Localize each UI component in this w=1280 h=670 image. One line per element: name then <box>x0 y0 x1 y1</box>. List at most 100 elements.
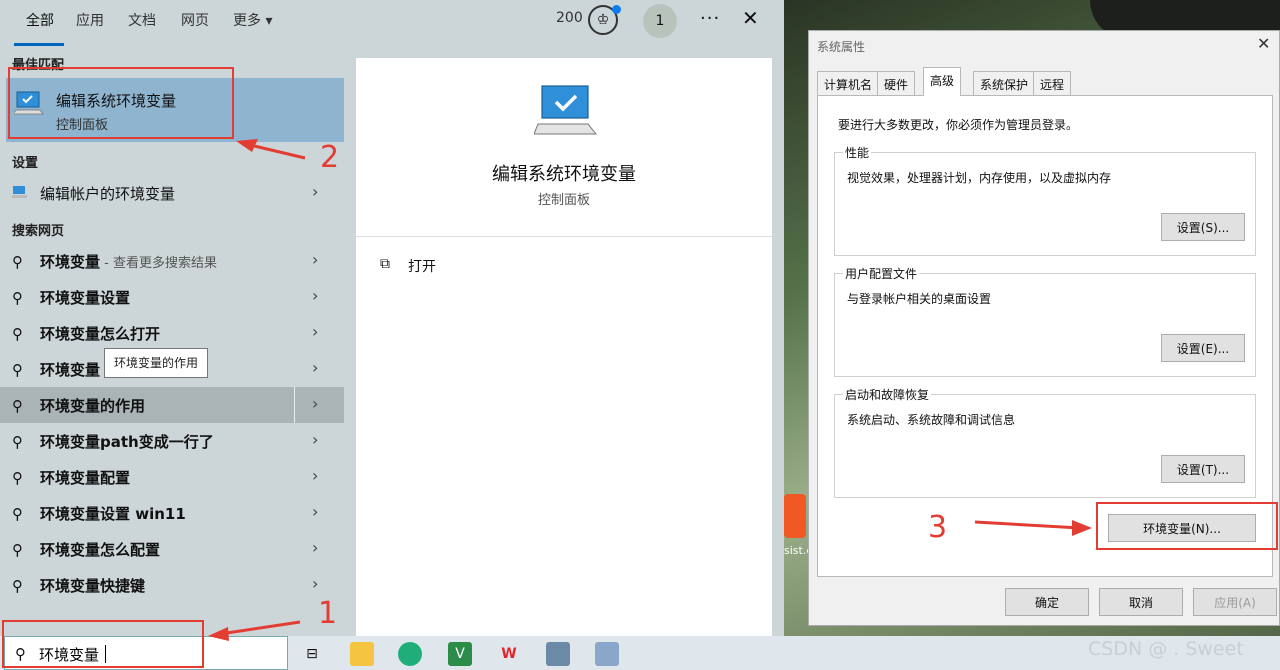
monitor-app-icon[interactable] <box>546 642 570 666</box>
annotation-box-env-button <box>1096 502 1278 550</box>
tooltip: 环境变量的作用 <box>104 348 208 378</box>
divider <box>356 236 772 237</box>
web-result-item[interactable]: ⚲ 环境变量怎么配置 › <box>0 531 344 567</box>
web-result-label: 环境变量快捷键 <box>40 577 146 595</box>
web-result-extra: - 查看更多搜索结果 <box>100 256 217 271</box>
web-result-label: 环境变量的作用 <box>40 397 146 415</box>
web-result-item[interactable]: ⚲ 环境变量配置 › <box>0 459 344 495</box>
web-result-item[interactable]: ⚲ 环境变量怎么打开 › <box>0 315 344 351</box>
group-description: 系统启动、系统故障和调试信息 <box>847 413 1016 427</box>
preview-title: 编辑系统环境变量 <box>492 164 636 185</box>
task-view-icon[interactable]: ⊟ <box>300 642 324 666</box>
search-icon: ⚲ <box>12 433 23 451</box>
search-icon: ⚲ <box>12 253 23 271</box>
web-result-label: 环境变量配置 <box>40 469 131 487</box>
close-icon[interactable]: ✕ <box>742 6 759 30</box>
web-result-item[interactable]: ⚲ 环境变量path变成一行了 › <box>0 423 344 459</box>
chevron-right-icon[interactable]: › <box>312 394 318 413</box>
search-tabs: 全部 应用 文档 网页 更多 ▾ 200 ♔ 1 ··· ✕ <box>0 0 784 46</box>
search-icon: ⚲ <box>12 397 23 415</box>
edge-browser-icon[interactable] <box>398 642 422 666</box>
user-profiles-settings-button[interactable]: 设置(E)... <box>1161 334 1245 362</box>
performance-group: 性能 视觉效果，处理器计划，内存使用，以及虚拟内存 设置(S)... <box>834 144 1256 256</box>
group-description: 与登录帐户相关的桌面设置 <box>847 292 992 306</box>
system-properties-taskbar-icon[interactable] <box>595 642 619 666</box>
group-label: 启动和故障恢复 <box>843 386 932 403</box>
group-description: 视觉效果，处理器计划，内存使用，以及虚拟内存 <box>847 171 1112 185</box>
chevron-right-icon[interactable]: › <box>312 574 318 593</box>
web-result-item-hovered[interactable]: ⚲ 环境变量的作用 › <box>0 387 344 423</box>
web-result-item[interactable]: ⚲ 环境变量快捷键 › <box>0 567 344 603</box>
web-result-label: 环境变量怎么打开 <box>40 325 161 343</box>
avatar[interactable]: 1 <box>643 4 677 38</box>
search-icon: ⚲ <box>12 289 23 307</box>
settings-item-label: 编辑帐户的环境变量 <box>40 185 176 203</box>
chevron-right-icon[interactable]: › <box>312 538 318 557</box>
tab-remote[interactable]: 远程 <box>1033 71 1072 95</box>
ok-button[interactable]: 确定 <box>1005 588 1089 616</box>
tab-computer-name[interactable]: 计算机名 <box>817 71 880 95</box>
web-result-label: 环境变量怎么配置 <box>40 541 161 559</box>
tab-advanced[interactable]: 高级 <box>923 67 962 96</box>
tab-all[interactable]: 全部 <box>26 10 54 30</box>
notification-dot <box>612 5 621 14</box>
tab-more[interactable]: 更多 ▾ <box>233 10 272 30</box>
settings-result-item[interactable]: 编辑帐户的环境变量 › <box>0 175 344 211</box>
annotation-box-best-match <box>8 67 234 139</box>
web-result-item[interactable]: ⚲ 环境变量设置 › <box>0 279 344 315</box>
preview-pane: 编辑系统环境变量 控制面板 ⧉ 打开 <box>356 58 772 636</box>
chevron-right-icon[interactable]: › <box>312 358 318 377</box>
web-result-item[interactable]: ⚲ 环境变量设置 win11 › <box>0 495 344 531</box>
open-action[interactable]: 打开 <box>408 256 436 276</box>
settings-app-icon <box>12 185 30 203</box>
row-divider <box>294 387 295 423</box>
search-icon: ⚲ <box>12 541 23 559</box>
file-explorer-icon[interactable] <box>350 642 374 666</box>
chevron-right-icon[interactable]: › <box>312 430 318 449</box>
annotation-number: 3 <box>928 510 948 545</box>
group-label: 性能 <box>843 144 872 161</box>
close-icon[interactable]: ✕ <box>1257 34 1270 53</box>
wps-office-icon[interactable]: W <box>497 642 521 666</box>
chevron-right-icon[interactable]: › <box>312 250 318 269</box>
startup-recovery-settings-button[interactable]: 设置(T)... <box>1161 455 1245 483</box>
admin-note: 要进行大多数更改，你必须作为管理员登录。 <box>838 118 1079 132</box>
web-result-label: 环境变量 <box>40 253 101 271</box>
performance-settings-button[interactable]: 设置(S)... <box>1161 213 1245 241</box>
desktop-app-icon[interactable] <box>784 494 806 538</box>
vim-icon[interactable]: V <box>448 642 472 666</box>
open-icon[interactable]: ⧉ <box>380 256 390 272</box>
web-result-label: 环境变量设置 <box>40 289 131 307</box>
tab-hardware[interactable]: 硬件 <box>877 71 916 95</box>
web-result-item[interactable]: ⚲ 环境变量 - 查看更多搜索结果 › <box>0 243 344 279</box>
chevron-right-icon[interactable]: › <box>312 322 318 341</box>
tab-apps[interactable]: 应用 <box>76 10 104 30</box>
watermark: CSDN @ . Sweet <box>1088 638 1244 660</box>
apply-button[interactable]: 应用(A) <box>1193 588 1277 616</box>
tab-documents[interactable]: 文档 <box>128 10 156 30</box>
annotation-box-search <box>2 620 204 668</box>
web-result-label: 环境变量设置 win11 <box>40 505 186 523</box>
dialog-title: 系统属性 <box>817 40 866 54</box>
tab-system-protection[interactable]: 系统保护 <box>973 71 1036 95</box>
tab-more-label: 更多 <box>233 13 261 29</box>
chevron-right-icon[interactable]: › <box>312 182 318 201</box>
ellipsis-icon[interactable]: ··· <box>700 8 720 29</box>
search-icon: ⚲ <box>12 325 23 343</box>
search-icon: ⚲ <box>12 361 23 379</box>
web-result-label: 环境变量path变成一行了 <box>40 433 214 451</box>
search-icon: ⚲ <box>12 505 23 523</box>
web-result-label: 环境变量 <box>40 361 101 379</box>
web-search-header: 搜索网页 <box>12 224 65 239</box>
rewards-points: 200 <box>556 10 583 26</box>
chevron-right-icon[interactable]: › <box>312 466 318 485</box>
search-icon: ⚲ <box>12 577 23 595</box>
chevron-down-icon: ▾ <box>265 13 273 29</box>
chevron-right-icon[interactable]: › <box>312 286 318 305</box>
preview-subtitle: 控制面板 <box>537 193 590 208</box>
user-profiles-group: 用户配置文件 与登录帐户相关的桌面设置 设置(E)... <box>834 265 1256 377</box>
startup-recovery-group: 启动和故障恢复 系统启动、系统故障和调试信息 设置(T)... <box>834 386 1256 498</box>
chevron-right-icon[interactable]: › <box>312 502 318 521</box>
cancel-button[interactable]: 取消 <box>1099 588 1183 616</box>
tab-web[interactable]: 网页 <box>181 10 209 30</box>
